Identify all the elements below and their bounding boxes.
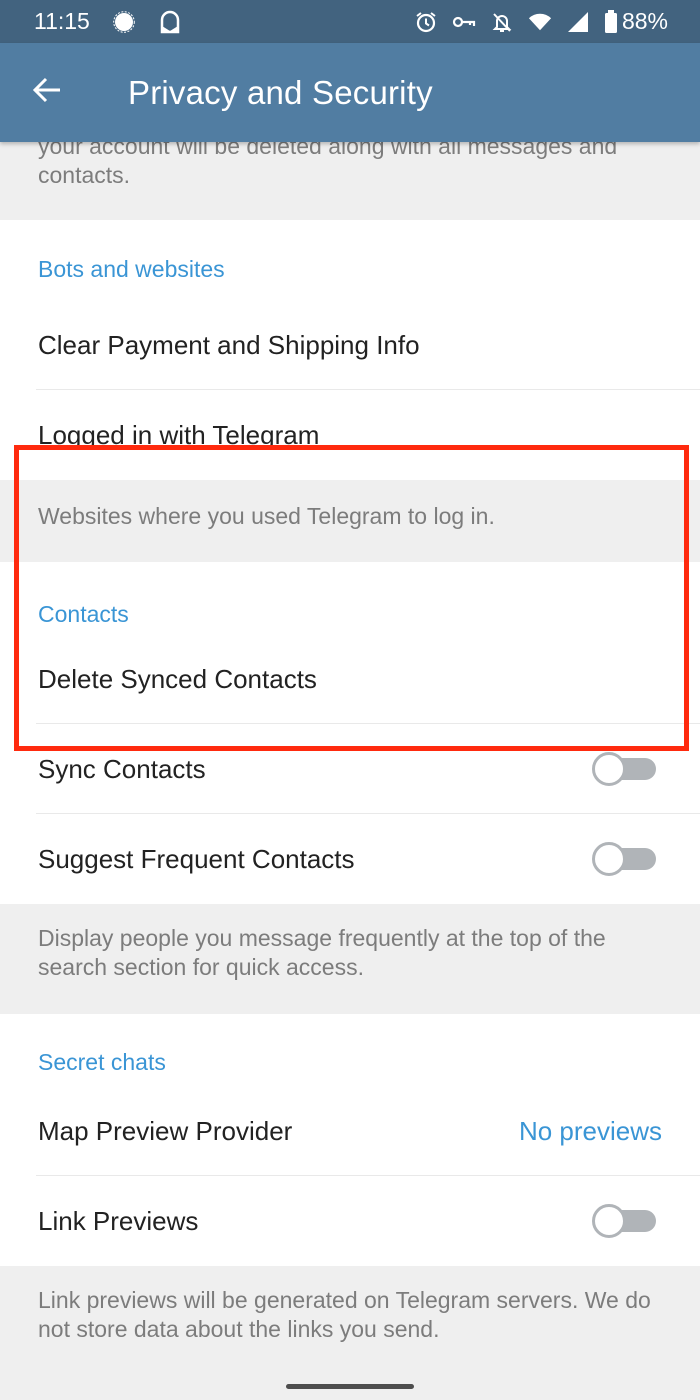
alarm-icon (414, 10, 438, 34)
section-header: Secret chats (38, 1049, 166, 1075)
item-label: Link Previews (38, 1205, 199, 1236)
suggest-frequent-contacts-item[interactable]: Suggest Frequent Contacts (0, 814, 700, 904)
info-text: Websites where you used Telegram to log … (38, 503, 495, 529)
back-button[interactable] (0, 43, 100, 142)
info-text: Link previews will be generated on Teleg… (38, 1287, 651, 1342)
delete-synced-contacts-item[interactable]: Delete Synced Contacts (0, 634, 700, 724)
settings-list[interactable]: your account will be deleted along with … (0, 132, 700, 1376)
item-label: Sync Contacts (38, 753, 206, 784)
wifi-icon (528, 10, 552, 34)
map-preview-value[interactable]: No previews (519, 1116, 662, 1147)
item-label: Logged in with Telegram (38, 419, 320, 450)
battery-percent: 88% (621, 8, 668, 34)
bots-info: Websites where you used Telegram to log … (0, 480, 700, 562)
item-label: Delete Synced Contacts (38, 663, 317, 694)
toggle-knob (592, 1204, 626, 1238)
sync-contacts-toggle[interactable] (592, 752, 656, 786)
item-label: Map Preview Provider (38, 1115, 293, 1146)
toggle-knob (592, 752, 626, 786)
suggest-frequent-contacts-toggle[interactable] (592, 842, 656, 876)
sync-contacts-item[interactable]: Sync Contacts (0, 724, 700, 814)
link-previews-info: Link previews will be generated on Teleg… (0, 1266, 700, 1376)
delete-account-info: your account will be deleted along with … (0, 132, 700, 210)
app-bar: Privacy and Security (0, 43, 700, 142)
map-preview-provider-item[interactable]: Map Preview Provider No previews (0, 1086, 700, 1176)
home-indicator[interactable] (286, 1384, 414, 1389)
info-text: Display people you message frequently at… (38, 925, 606, 980)
link-previews-item[interactable]: Link Previews (0, 1176, 700, 1266)
clear-payment-info-item[interactable]: Clear Payment and Shipping Info (0, 300, 700, 390)
page-title: Privacy and Security (128, 73, 433, 111)
section-secret-chats: Secret chats Map Preview Provider No pre… (0, 1014, 700, 1266)
vpn-key-icon (452, 10, 476, 34)
section-header: Bots and websites (38, 256, 225, 282)
section-bots-and-websites: Bots and websites Clear Payment and Ship… (0, 220, 700, 480)
status-bar: 11:15 88% (0, 0, 700, 43)
section-header: Contacts (38, 601, 129, 627)
item-label: Clear Payment and Shipping Info (38, 329, 420, 360)
signal-messenger-icon (112, 10, 136, 34)
toggle-knob (592, 842, 626, 876)
item-label: Suggest Frequent Contacts (38, 843, 355, 874)
status-time: 11:15 (34, 8, 90, 34)
link-previews-toggle[interactable] (592, 1204, 656, 1238)
section-contacts: Contacts Delete Synced Contacts Sync Con… (0, 562, 700, 904)
battery-icon (604, 9, 618, 34)
protonmail-icon (158, 10, 182, 34)
logged-in-with-telegram-item[interactable]: Logged in with Telegram (0, 390, 700, 480)
notifications-off-icon (490, 10, 514, 34)
cellular-signal-icon (566, 10, 590, 34)
contacts-info: Display people you message frequently at… (0, 904, 700, 1014)
arrow-back-icon (32, 77, 62, 108)
info-line: contacts. (38, 162, 131, 188)
